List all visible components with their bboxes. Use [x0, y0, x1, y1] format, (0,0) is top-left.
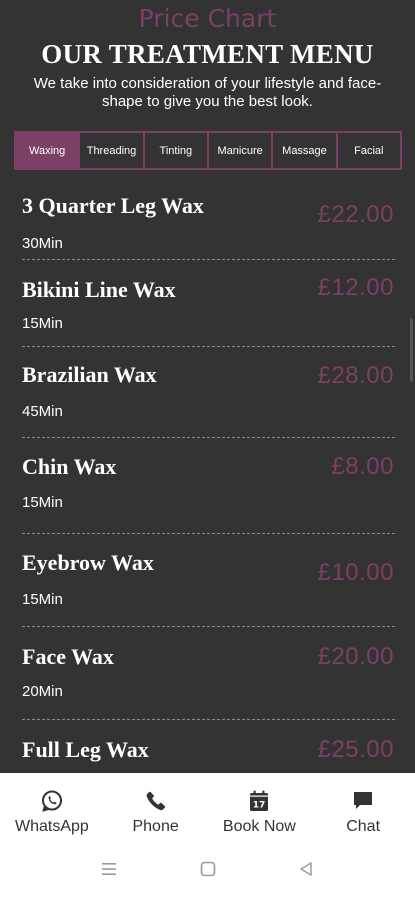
- treatment-name: Full Leg Wax: [22, 737, 149, 762]
- back-icon: [298, 861, 314, 882]
- treatment-name: Face Wax: [22, 644, 114, 669]
- divider: [22, 719, 395, 720]
- divider: [22, 533, 395, 534]
- divider: [22, 437, 395, 438]
- treatment-name: Eyebrow Wax: [22, 550, 154, 575]
- treatment-duration: 15Min: [22, 494, 63, 511]
- price-chart-label: Price Chart: [138, 4, 277, 33]
- page-subtitle: We take into consideration of your lifes…: [33, 75, 382, 110]
- treatment-name: Brazilian Wax: [22, 362, 157, 387]
- book-now-button[interactable]: 17 Book Now: [208, 773, 312, 843]
- home-button[interactable]: [159, 857, 257, 887]
- tab-tinting[interactable]: Tinting: [142, 131, 209, 170]
- phone-label: Phone: [132, 818, 179, 835]
- whatsapp-icon: [39, 788, 65, 814]
- treatment-name: Bikini Line Wax: [22, 277, 176, 302]
- divider: [22, 346, 395, 347]
- phone-icon: [143, 788, 169, 814]
- divider: [22, 259, 395, 260]
- treatment-duration: 30Min: [22, 235, 63, 252]
- chat-button[interactable]: Chat: [311, 773, 415, 843]
- treatment-price: £28.00: [317, 362, 394, 389]
- treatment-duration: 45Min: [22, 403, 63, 420]
- book-now-label: Book Now: [222, 818, 296, 835]
- page-title: OUR TREATMENT MENU: [41, 39, 374, 69]
- treatment-price: £10.00: [317, 559, 394, 586]
- tab-massage[interactable]: Massage: [271, 131, 338, 170]
- chat-label: Chat: [346, 818, 381, 835]
- bottom-nav: WhatsApp Phone 17 Book Now Chat: [0, 773, 415, 843]
- tab-facial[interactable]: Facial: [335, 131, 402, 170]
- divider: [22, 626, 395, 627]
- treatment-price: £12.00: [317, 274, 394, 301]
- treatment-duration: 15Min: [22, 591, 63, 608]
- tab-waxing[interactable]: Waxing: [14, 131, 81, 170]
- chat-icon: [350, 788, 376, 814]
- calendar-icon: 17: [246, 788, 272, 814]
- treatment-name: Chin Wax: [22, 454, 117, 479]
- home-icon: [200, 861, 216, 882]
- system-navigation-bar: [0, 843, 415, 900]
- phone-button[interactable]: Phone: [104, 773, 208, 843]
- category-tabs: Waxing Threading Tinting Manicure Massag…: [14, 131, 402, 170]
- treatment-duration: 15Min: [22, 315, 63, 332]
- treatment-list[interactable]: 3 Quarter Leg Wax £22.00 30Min Bikini Li…: [0, 170, 415, 773]
- tab-manicure[interactable]: Manicure: [206, 131, 274, 170]
- treatment-price: £25.00: [317, 736, 394, 763]
- whatsapp-label: WhatsApp: [14, 818, 89, 835]
- treatment-name: 3 Quarter Leg Wax: [22, 193, 204, 218]
- recent-apps-button[interactable]: [61, 857, 159, 887]
- treatment-price: £22.00: [317, 201, 394, 228]
- treatment-price: £20.00: [317, 643, 394, 670]
- treatment-price: £8.00: [331, 453, 394, 480]
- tab-threading[interactable]: Threading: [78, 131, 145, 170]
- treatment-duration: 20Min: [22, 683, 63, 700]
- calendar-icon-text: 17: [253, 801, 266, 811]
- back-button[interactable]: [257, 857, 355, 887]
- menu-icon: [101, 861, 119, 882]
- app-screen: Price Chart OUR TREATMENT MENU We take i…: [0, 0, 415, 900]
- whatsapp-button[interactable]: WhatsApp: [0, 773, 104, 843]
- scrollbar[interactable]: [410, 318, 413, 382]
